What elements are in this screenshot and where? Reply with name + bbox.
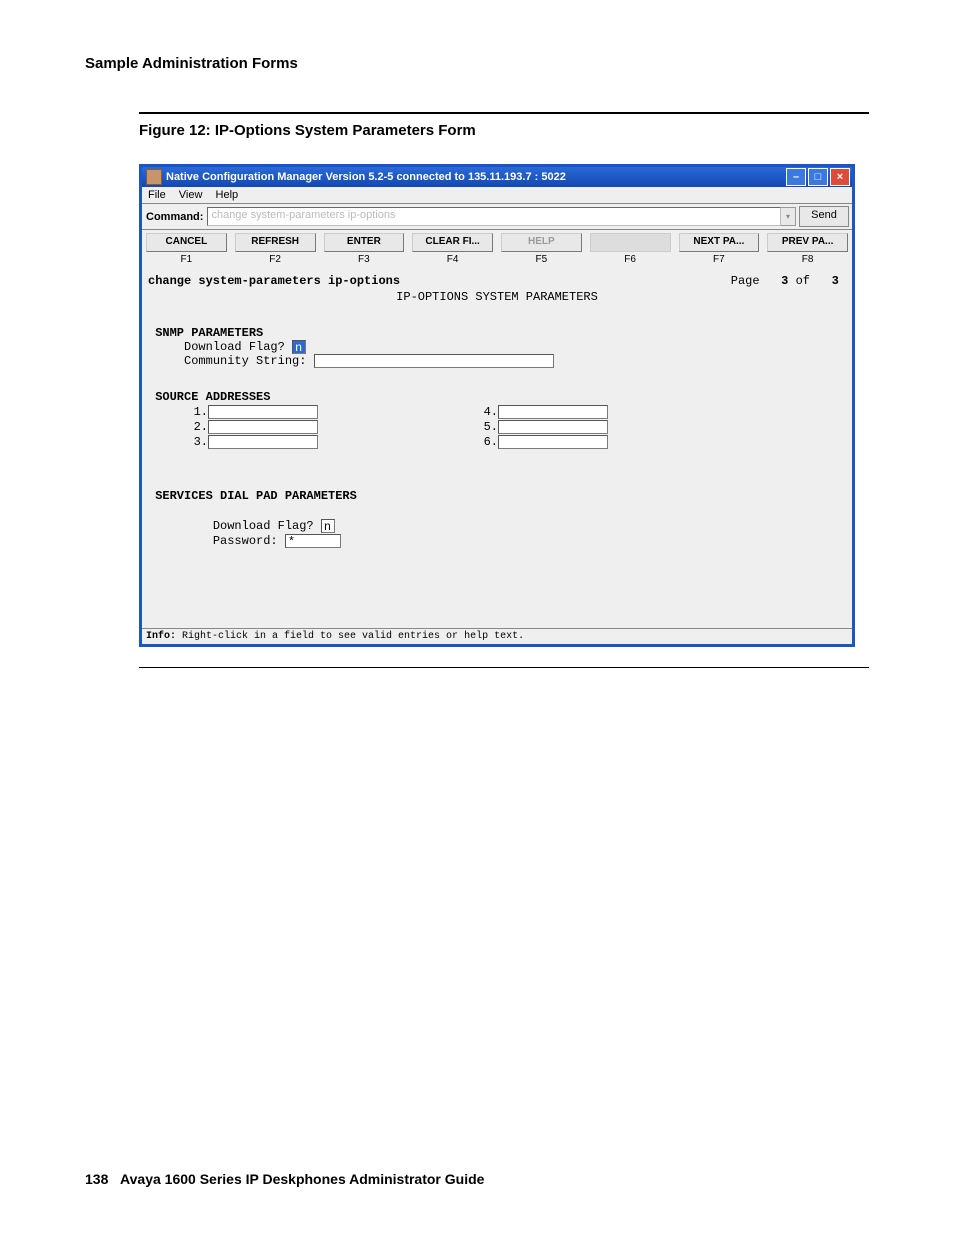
addr-num-5: 5. (468, 420, 498, 434)
refresh-button[interactable]: REFRESH (235, 233, 316, 252)
fkey-f5: F5 (497, 253, 586, 268)
menubar: File View Help (142, 187, 852, 203)
addr-num-2: 2. (148, 420, 208, 434)
form-title: IP-OPTIONS SYSTEM PARAMETERS (148, 290, 846, 304)
menu-file[interactable]: File (148, 189, 166, 201)
toolbar: CANCELF1 REFRESHF2 ENTERF3 CLEAR FI...F4… (142, 230, 852, 268)
menu-help[interactable]: Help (216, 189, 239, 201)
command-dropdown-icon[interactable]: ▾ (781, 207, 796, 226)
page-indicator: Page 3 of 3 (731, 274, 846, 288)
help-button[interactable]: HELP (501, 233, 582, 252)
page-footer: 138 Avaya 1600 Series IP Deskphones Admi… (85, 1171, 484, 1187)
addr-field-5[interactable] (498, 420, 608, 434)
send-button[interactable]: Send (799, 206, 849, 227)
rule-top (139, 112, 869, 114)
snmp-header: SNMP PARAMETERS (148, 326, 846, 340)
rule-bottom (139, 667, 869, 668)
maximize-button[interactable]: □ (808, 168, 828, 186)
services-download-field[interactable]: n (321, 519, 335, 533)
clear-field-button[interactable]: CLEAR FI... (412, 233, 493, 252)
toolbar-empty-slot (590, 233, 671, 252)
addr-num-6: 6. (468, 435, 498, 449)
titlebar[interactable]: Native Configuration Manager Version 5.2… (142, 167, 852, 187)
fkey-f4: F4 (408, 253, 497, 268)
addr-field-6[interactable] (498, 435, 608, 449)
fkey-f7: F7 (675, 253, 764, 268)
enter-button[interactable]: ENTER (324, 233, 405, 252)
addr-num-1: 1. (148, 405, 208, 419)
cancel-button[interactable]: CANCEL (146, 233, 227, 252)
services-password-row: Password: * (148, 534, 846, 548)
addr-field-2[interactable] (208, 420, 318, 434)
term-command: change system-parameters ip-options (148, 274, 731, 288)
prev-page-button[interactable]: PREV PA... (767, 233, 848, 252)
addr-field-3[interactable] (208, 435, 318, 449)
close-button[interactable]: × (830, 168, 850, 186)
command-label: Command: (142, 208, 207, 226)
window-title: Native Configuration Manager Version 5.2… (166, 171, 566, 183)
snmp-community-row: Community String: (148, 354, 846, 368)
app-window: Native Configuration Manager Version 5.2… (139, 164, 855, 647)
services-download-row: Download Flag? n (148, 519, 846, 533)
section-header: Sample Administration Forms (85, 55, 869, 72)
info-bar: Info: Right-click in a field to see vali… (142, 628, 852, 644)
next-page-button[interactable]: NEXT PA... (679, 233, 760, 252)
fkey-f2: F2 (231, 253, 320, 268)
menu-view[interactable]: View (179, 189, 203, 201)
command-row: Command: change system-parameters ip-opt… (142, 203, 852, 230)
command-input[interactable]: change system-parameters ip-options (207, 207, 781, 226)
snmp-community-field[interactable] (314, 354, 554, 368)
snmp-download-field[interactable]: n (292, 340, 306, 354)
fkey-f6: F6 (586, 253, 675, 268)
addr-num-3: 3. (148, 435, 208, 449)
figure-caption: Figure 12: IP-Options System Parameters … (139, 122, 869, 139)
minimize-button[interactable]: – (786, 168, 806, 186)
addr-field-4[interactable] (498, 405, 608, 419)
app-icon (146, 169, 162, 185)
source-addresses-header: SOURCE ADDRESSES (148, 390, 846, 404)
fkey-f1: F1 (142, 253, 231, 268)
snmp-download-row: Download Flag? n (148, 340, 846, 354)
fkey-f3: F3 (320, 253, 409, 268)
services-password-field[interactable]: * (285, 534, 341, 548)
terminal-area: change system-parameters ip-options Page… (142, 268, 852, 644)
services-header: SERVICES DIAL PAD PARAMETERS (148, 489, 846, 503)
fkey-f8: F8 (763, 253, 852, 268)
addr-num-4: 4. (468, 405, 498, 419)
addr-field-1[interactable] (208, 405, 318, 419)
